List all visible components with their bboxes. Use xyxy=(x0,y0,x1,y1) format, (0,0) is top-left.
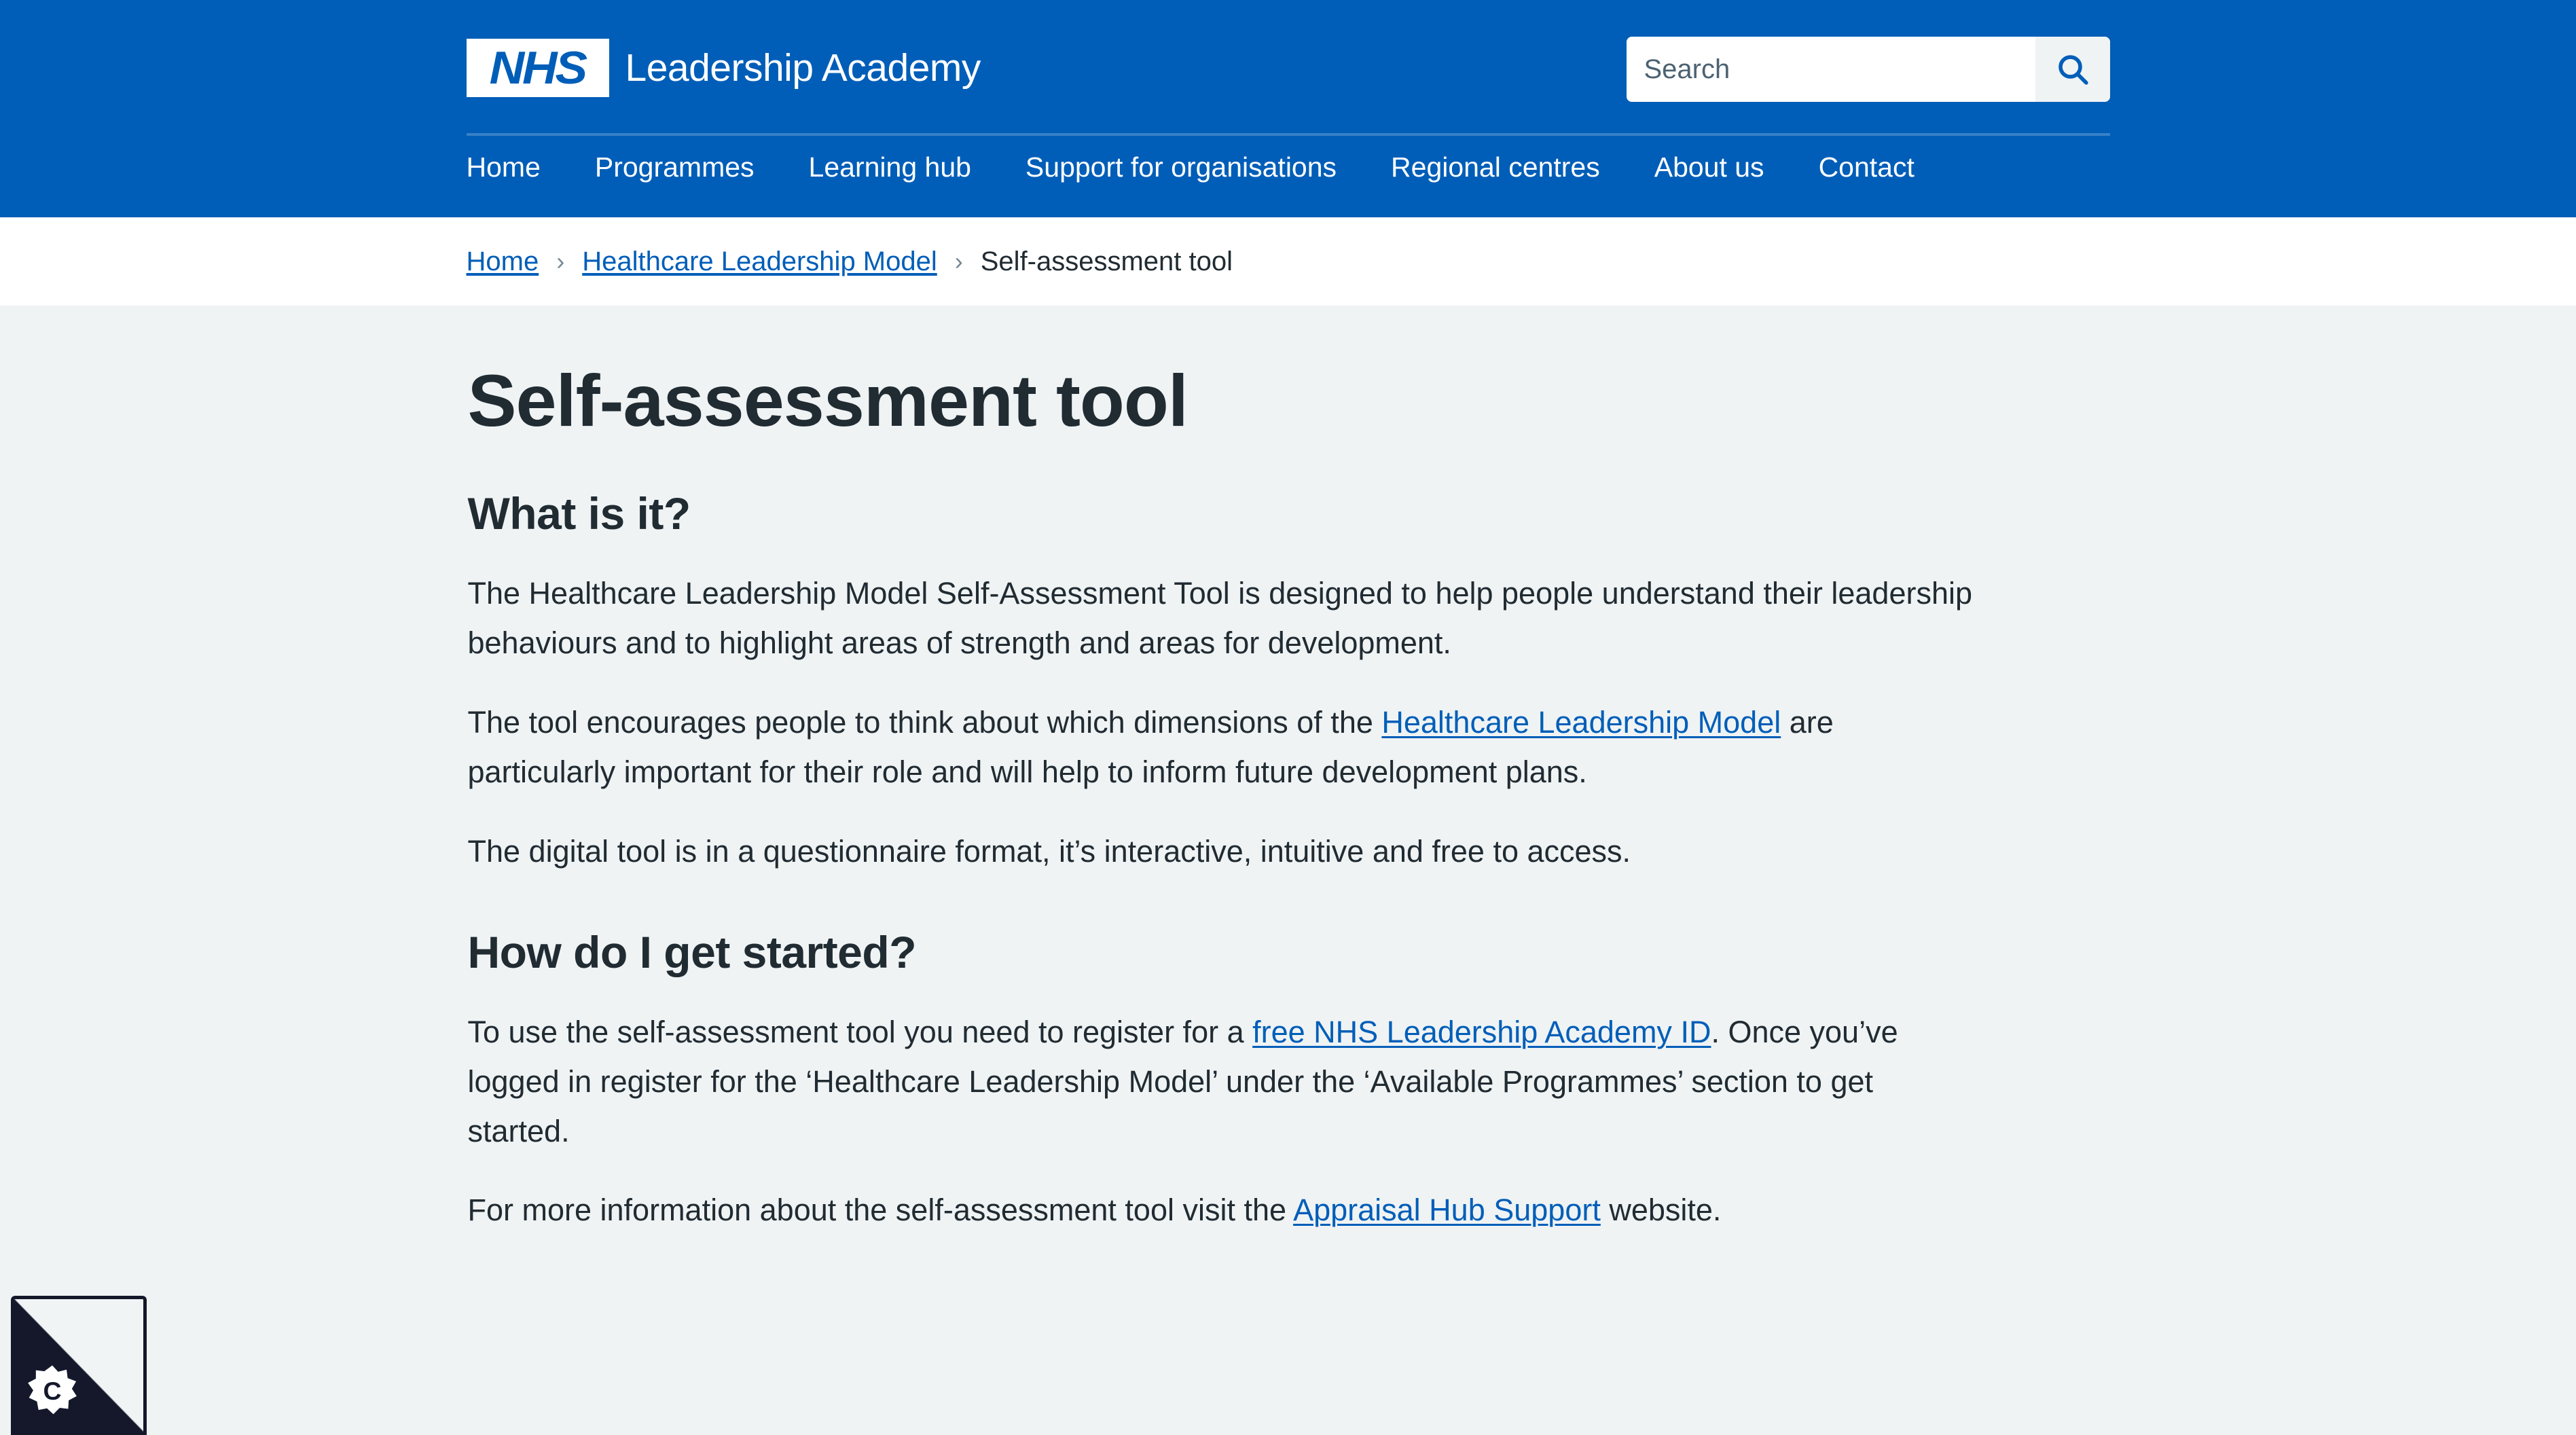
search-bar xyxy=(1626,37,2110,102)
nav-item-support-for-organisations[interactable]: Support for organisations xyxy=(998,144,1364,191)
cookie-widget-letter: C xyxy=(43,1377,61,1405)
breadcrumb-bar: Home › Healthcare Leadership Model › Sel… xyxy=(0,217,2576,306)
nav-item-about-us[interactable]: About us xyxy=(1627,144,1792,191)
nhs-logo: NHS xyxy=(466,39,609,97)
search-input[interactable] xyxy=(1626,37,2035,102)
paragraph: The digital tool is in a questionnaire f… xyxy=(467,833,1631,869)
nav-item-programmes[interactable]: Programmes xyxy=(568,144,782,191)
paragraph: The Healthcare Leadership Model Self-Ass… xyxy=(467,576,1973,661)
paragraph: The tool encourages people to think abou… xyxy=(467,704,1834,789)
section-heading: What is it? xyxy=(467,488,691,539)
nav-item-regional-centres[interactable]: Regional centres xyxy=(1364,144,1627,191)
nav-item-learning-hub[interactable]: Learning hub xyxy=(782,144,998,191)
inline-link[interactable]: Appraisal Hub Support xyxy=(1293,1193,1601,1227)
cookie-consent-widget[interactable]: C xyxy=(11,1296,147,1435)
section-body: The Healthcare Leadership Model Self-Ass… xyxy=(468,569,2110,876)
cookie-consent-icon: C xyxy=(28,1365,77,1415)
section-body: To use the self-assessment tool you need… xyxy=(468,1008,2110,1236)
search-button[interactable] xyxy=(2035,37,2110,102)
breadcrumb: Home › Healthcare Leadership Model › Sel… xyxy=(467,247,2110,277)
brand-logo-link[interactable]: NHS Leadership Academy xyxy=(466,39,981,97)
breadcrumb-item-healthcare-leadership-model[interactable]: Healthcare Leadership Model xyxy=(582,247,937,277)
header-top-row: NHS Leadership Academy xyxy=(466,0,2110,124)
section-heading: How do I get started? xyxy=(467,926,917,977)
breadcrumb-separator-icon: › xyxy=(954,247,963,275)
paragraph: To use the self-assessment tool you need… xyxy=(467,1014,1898,1148)
section-how-do-i-get-started: How do I get started? To use the self-as… xyxy=(468,926,2110,1236)
header-divider xyxy=(466,133,2110,136)
breadcrumb-item-current: Self-assessment tool xyxy=(980,246,1233,276)
breadcrumb-separator-icon: › xyxy=(556,247,565,275)
site-header: NHS Leadership Academy Home xyxy=(0,0,2576,217)
search-icon xyxy=(2054,50,2092,88)
main-content-area: Self-assessment tool What is it? The Hea… xyxy=(0,306,2576,1435)
inline-link[interactable]: free NHS Leadership Academy ID xyxy=(1252,1015,1711,1049)
breadcrumb-item-home[interactable]: Home xyxy=(467,247,539,277)
content-column: Self-assessment tool What is it? The Hea… xyxy=(467,359,2110,1236)
brand-name: Leadership Academy xyxy=(625,46,981,90)
nav-item-home[interactable]: Home xyxy=(439,144,568,191)
header-inner: NHS Leadership Academy Home xyxy=(466,0,2110,217)
nhs-logo-text: NHS xyxy=(489,42,587,94)
inline-link[interactable]: Healthcare Leadership Model xyxy=(1381,705,1781,740)
page-title: Self-assessment tool xyxy=(467,359,1189,441)
section-what-is-it: What is it? The Healthcare Leadership Mo… xyxy=(468,487,2110,877)
nav-item-contact[interactable]: Contact xyxy=(1792,144,1942,191)
paragraph: For more information about the self-asse… xyxy=(467,1193,1722,1228)
